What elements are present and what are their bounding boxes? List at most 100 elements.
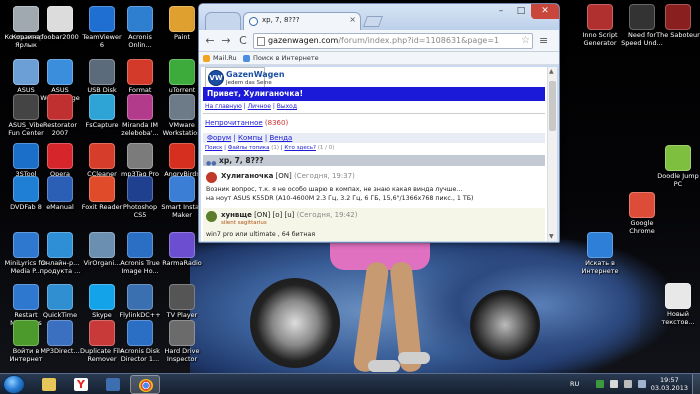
post-author-line: хунвще [ON] [о] [u] (Сегодня, 19:42) [221, 211, 358, 219]
crumb-computers[interactable]: Компы [238, 134, 263, 142]
menu-wrench-icon[interactable]: ≡ [539, 34, 548, 47]
close-button[interactable]: ✕ [531, 4, 559, 19]
page-icon [257, 37, 265, 46]
mp3direct-icon [47, 320, 73, 346]
bookmark-search[interactable]: Поиск в Интернете [243, 52, 319, 64]
post-body: Возник вопрос, т.к. я не особо шарю в ко… [206, 185, 474, 203]
desktop-icon[interactable]: MP3Direct... [38, 320, 82, 356]
rarmaradio-icon [169, 232, 195, 258]
post-author[interactable]: хунвще [221, 211, 252, 219]
dvdfab-icon [13, 176, 39, 202]
desktop-icon[interactable]: Restorator 2007 [38, 94, 82, 137]
recycle-bin-icon [13, 6, 39, 32]
avatar[interactable] [206, 172, 217, 183]
bookmark-star-icon[interactable]: ☆ [521, 34, 530, 48]
language-indicator[interactable]: RU [570, 380, 579, 388]
acronis-true-image-icon [127, 232, 153, 258]
breadcrumb: Форум | Компы | Венда [203, 133, 545, 143]
volume-icon[interactable] [624, 380, 632, 388]
inno-icon [587, 4, 613, 30]
desktop-icon-label: Acronis True Image Ho... [120, 260, 160, 275]
vmware-icon [169, 94, 195, 120]
tab-active[interactable]: хр, 7, 8??? × [243, 12, 361, 31]
desktop-icon[interactable]: Inno Script Generator [578, 4, 622, 47]
desktop-icon-label: Онлайн-р... продукта ... [39, 260, 81, 275]
logo-tagline: Jedem das Seine [226, 80, 272, 86]
saboteur-icon [665, 4, 691, 30]
desktop-icon-label: Restorator 2007 [43, 122, 77, 137]
unread-count: (8360) [264, 119, 289, 127]
paint-icon [169, 6, 195, 32]
desktop-icon[interactable]: Doodle Jump PC [656, 145, 700, 188]
link-home[interactable]: На главную [205, 103, 242, 110]
new-tab-button[interactable] [362, 16, 384, 27]
reload-button[interactable]: C [236, 34, 250, 48]
tab-inactive[interactable] [205, 12, 241, 31]
tray-app-icon[interactable] [596, 380, 604, 388]
wallpaper-shoe [398, 352, 430, 364]
topic-who-link[interactable]: Кто здесь? [284, 145, 316, 151]
desktop-icon[interactable]: Новый текстов... [656, 283, 700, 326]
maximize-button[interactable]: □ [511, 4, 531, 19]
post-author[interactable]: Хулиганочка [221, 172, 273, 180]
forward-button[interactable]: → [219, 34, 233, 48]
show-desktop-button[interactable] [692, 374, 700, 394]
address-bar[interactable]: gazenwagen.com/forum/index.php?id=110863… [253, 33, 533, 49]
bookmark-mailru[interactable]: Mail.Ru [203, 52, 237, 64]
desktop-icon-label: Miranda IM zeleboba'... [121, 122, 159, 137]
acronis-icon [127, 6, 153, 32]
link-logout[interactable]: Выход [277, 103, 297, 110]
avatar[interactable] [206, 211, 217, 222]
post-status: [ON] [275, 172, 292, 180]
topic-title: хр, 7, 8??? [219, 156, 264, 165]
start-button[interactable] [3, 375, 25, 394]
desktop-icon[interactable]: FlylinkDC++ [118, 284, 162, 320]
chrome-window: хр, 7, 8??? × – □ ✕ ← → C gazenwagen.com… [198, 3, 560, 243]
chrome-icon [629, 192, 655, 218]
desktop-icon[interactable]: mp3Tag Pro [118, 143, 162, 179]
bookmark-label: Mail.Ru [213, 54, 237, 62]
system-tray: RU 19:57 03.03.2013 [560, 374, 700, 394]
desktop-icon[interactable]: Корзина [4, 6, 48, 42]
scroll-up-icon[interactable]: ▲ [549, 68, 554, 75]
vertical-scrollbar[interactable]: ▲ ▼ [547, 67, 557, 241]
desktop-icon[interactable]: Искать в Интернете [578, 232, 622, 275]
unread-link[interactable]: Непрочитанное [205, 119, 263, 127]
taskbar-chrome-button[interactable] [130, 375, 160, 394]
site-logo[interactable]: VW GazenWagen Jedem das Seine [205, 67, 285, 89]
clock[interactable]: 19:57 03.03.2013 [651, 376, 688, 392]
logo-title: GazenWagen [226, 70, 285, 79]
desktop-icon[interactable]: Opera [38, 143, 82, 179]
desktop-icon[interactable]: Онлайн-р... продукта ... [38, 232, 82, 275]
scroll-down-icon[interactable]: ▼ [549, 233, 554, 240]
topic-eye-icon: ●● [206, 160, 217, 167]
desktop-icon[interactable]: Hard Drive Inspector [160, 320, 204, 363]
desktop-icon[interactable]: Miranda IM zeleboba'... [118, 94, 162, 137]
scroll-thumb[interactable] [549, 81, 556, 131]
tab-close-icon[interactable]: × [349, 15, 356, 24]
minimize-button[interactable]: – [491, 4, 511, 19]
topic-files-link[interactable]: Файлы топика [228, 145, 270, 151]
network-icon[interactable] [610, 380, 618, 388]
topic-search-link[interactable]: Поиск [205, 145, 222, 151]
crumb-forum[interactable]: Форум [207, 134, 231, 142]
taskbar-explorer-button[interactable] [34, 375, 64, 394]
desktop-icon-label: eManual [46, 204, 74, 211]
wallpaper-shoe [368, 360, 400, 372]
explorer-icon [42, 378, 56, 391]
divider [203, 113, 545, 114]
topic-tools: Поиск | Файлы топика (1) | Кто здесь? (1… [205, 145, 335, 151]
taskbar-media-button[interactable] [98, 375, 128, 394]
desktop-icon[interactable]: Acronis Onlin... [118, 6, 162, 49]
flag-icon[interactable] [638, 380, 646, 388]
desktop-icon[interactable]: eManual [38, 176, 82, 212]
desktop-icon[interactable]: Photoshop CS5 [118, 176, 162, 219]
link-personal[interactable]: Личное [248, 103, 271, 110]
crumb-windows[interactable]: Венда [269, 134, 292, 142]
desktop-icon[interactable]: Acronis Disk Director 1... [118, 320, 162, 363]
desktop-icon[interactable]: The Saboteur [656, 4, 700, 40]
desktop-icon[interactable]: Google Chrome [620, 192, 664, 235]
desktop-icon[interactable]: Acronis True Image Ho... [118, 232, 162, 275]
taskbar-yandex-button[interactable]: Y [66, 375, 96, 394]
back-button[interactable]: ← [203, 34, 217, 48]
